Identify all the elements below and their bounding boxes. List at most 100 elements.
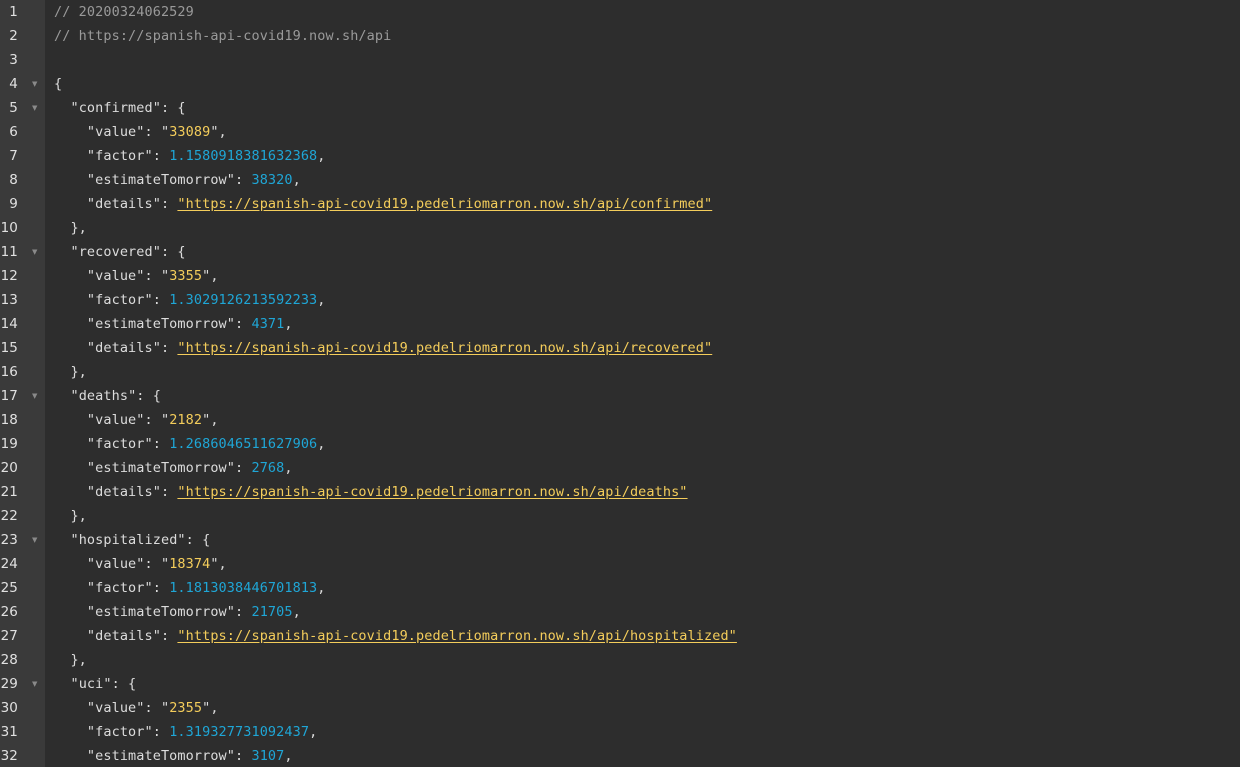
value-string: 18374: [169, 556, 211, 572]
code-text: "confirmed": {: [54, 96, 186, 120]
estimate-number: 3107: [251, 748, 285, 764]
line-number: 19: [0, 436, 18, 452]
code-line: 6 "value": "33089",: [0, 120, 1240, 144]
section-key: hospitalized: [78, 532, 178, 548]
code-text: // https://spanish-api-covid19.now.sh/ap…: [54, 24, 391, 48]
timestamp-comment: // 20200324062529: [54, 4, 194, 20]
code-line: 32 "estimateTomorrow": 3107,: [0, 744, 1240, 767]
punctuation: "estimateTomorrow":: [54, 748, 252, 764]
code-text: },: [54, 648, 87, 672]
line-number: 15: [0, 340, 18, 356]
punctuation: "value": ": [54, 124, 170, 140]
line-number: 16: [0, 364, 18, 380]
fold-triangle-icon[interactable]: ▼: [32, 240, 37, 264]
code-text: "factor": 1.1580918381632368,: [54, 144, 326, 168]
code-text: "estimateTomorrow": 2768,: [54, 456, 293, 480]
code-text: "hospitalized": {: [54, 528, 210, 552]
line-number: 30: [0, 700, 18, 716]
code-line: 13 "factor": 1.3029126213592233,: [0, 288, 1240, 312]
punctuation: ,: [284, 460, 293, 476]
code-line: 15 "details": "https://spanish-api-covid…: [0, 336, 1240, 360]
line-number: 7: [9, 148, 18, 164]
code-text: "value": "18374",: [54, 552, 227, 576]
line-number: 10: [0, 220, 18, 236]
estimate-number: 4371: [251, 316, 285, 332]
code-text: },: [54, 360, 87, 384]
code-line: 31 "factor": 1.319327731092437,: [0, 720, 1240, 744]
punctuation: ": [54, 532, 79, 548]
code-line: 28 },: [0, 648, 1240, 672]
fold-triangle-icon[interactable]: ▼: [32, 528, 37, 552]
line-number: 1: [9, 4, 18, 20]
punctuation: ": [54, 100, 79, 116]
fold-triangle-icon[interactable]: ▼: [32, 672, 37, 696]
code-text: "uci": {: [54, 672, 136, 696]
code-line: 12 "value": "3355",: [0, 264, 1240, 288]
line-number: 27: [0, 628, 18, 644]
code-line: 29 ▼ "uci": {: [0, 672, 1240, 696]
punctuation: "details":: [54, 340, 178, 356]
code-text: "value": "2182",: [54, 408, 219, 432]
line-number: 14: [0, 316, 18, 332]
punctuation: },: [54, 364, 87, 380]
section-key: uci: [78, 676, 104, 692]
code-text: "details": "https://spanish-api-covid19.…: [54, 336, 712, 360]
line-number: 23: [0, 532, 18, 548]
estimate-number: 2768: [251, 460, 285, 476]
punctuation: ": {: [103, 676, 137, 692]
punctuation: ,: [292, 604, 301, 620]
section-key: recovered: [78, 244, 153, 260]
punctuation: {: [54, 76, 63, 92]
punctuation: ",: [210, 556, 227, 572]
punctuation: "estimateTomorrow":: [54, 316, 252, 332]
line-number: 28: [0, 652, 18, 668]
code-line: 11 ▼ "recovered": {: [0, 240, 1240, 264]
punctuation: "details":: [54, 196, 178, 212]
code-line: 8 "estimateTomorrow": 38320,: [0, 168, 1240, 192]
code-line: 3: [0, 48, 1240, 72]
line-number: 29: [0, 676, 18, 692]
punctuation: "value": ": [54, 556, 170, 572]
factor-number: 1.3029126213592233: [169, 292, 318, 308]
code-text: "recovered": {: [54, 240, 186, 264]
details-link[interactable]: "https://spanish-api-covid19.pedelriomar…: [177, 340, 712, 356]
line-number: 8: [9, 172, 18, 188]
code-line: 17 ▼ "deaths": {: [0, 384, 1240, 408]
code-line: 14 "estimateTomorrow": 4371,: [0, 312, 1240, 336]
punctuation: "factor":: [54, 724, 170, 740]
line-number: 25: [0, 580, 18, 596]
punctuation: ": {: [177, 532, 211, 548]
code-line: 21 "details": "https://spanish-api-covid…: [0, 480, 1240, 504]
line-number: 18: [0, 412, 18, 428]
section-key: confirmed: [78, 100, 153, 116]
code-line: 4 ▼ {: [0, 72, 1240, 96]
fold-triangle-icon[interactable]: ▼: [32, 384, 37, 408]
code-lines: 1 // 20200324062529 2 // https://spanish-ap…: [0, 0, 1240, 767]
details-link[interactable]: "https://spanish-api-covid19.pedelriomar…: [177, 628, 736, 644]
punctuation: ,: [317, 148, 326, 164]
code-text: },: [54, 216, 87, 240]
line-number: 12: [0, 268, 18, 284]
fold-triangle-icon[interactable]: ▼: [32, 72, 37, 96]
punctuation: ,: [309, 724, 318, 740]
code-text: "factor": 1.3029126213592233,: [54, 288, 326, 312]
line-number: 9: [9, 196, 18, 212]
code-line: 18 "value": "2182",: [0, 408, 1240, 432]
code-line: 20 "estimateTomorrow": 2768,: [0, 456, 1240, 480]
code-line: 7 "factor": 1.1580918381632368,: [0, 144, 1240, 168]
punctuation: "factor":: [54, 436, 170, 452]
details-link[interactable]: "https://spanish-api-covid19.pedelriomar…: [177, 484, 687, 500]
json-viewer: 1 // 20200324062529 2 // https://spanish-ap…: [0, 0, 1240, 767]
code-text: "details": "https://spanish-api-covid19.…: [54, 624, 737, 648]
estimate-number: 21705: [251, 604, 293, 620]
punctuation: "estimateTomorrow":: [54, 172, 252, 188]
factor-number: 1.2686046511627906: [169, 436, 318, 452]
fold-triangle-icon[interactable]: ▼: [32, 96, 37, 120]
punctuation: "estimateTomorrow":: [54, 604, 252, 620]
line-number: 5: [9, 100, 18, 116]
punctuation: "details":: [54, 628, 178, 644]
punctuation: ": {: [152, 244, 186, 260]
details-link[interactable]: "https://spanish-api-covid19.pedelriomar…: [177, 196, 712, 212]
punctuation: ,: [317, 436, 326, 452]
code-text: "value": "2355",: [54, 696, 219, 720]
